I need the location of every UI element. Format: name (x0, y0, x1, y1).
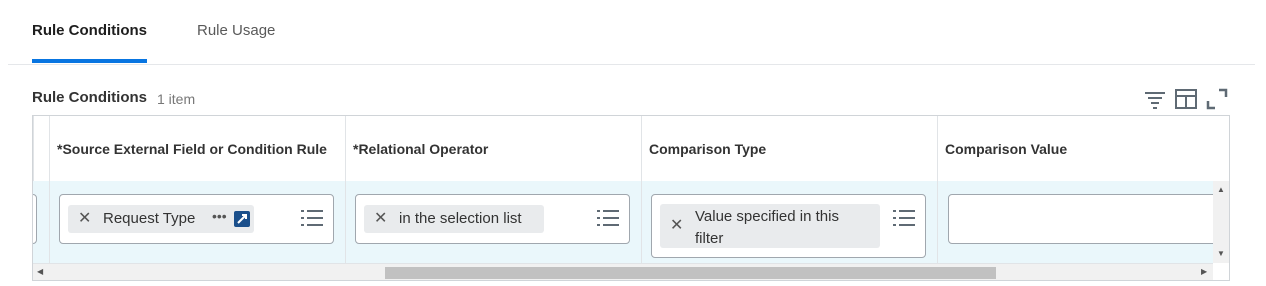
related-actions-icon[interactable] (234, 211, 250, 227)
vertical-scrollbar[interactable]: ▲ ▼ (1213, 181, 1229, 263)
relational-operator-value: in the selection list (399, 210, 522, 227)
cut-input (33, 194, 37, 244)
comparison-type-value: Value specified in this filter (695, 208, 839, 247)
tab-bar: Rule Conditions Rule Usage (8, 0, 1255, 65)
table-row: ✕ Request Type ••• ✕ in the selection li… (33, 181, 1228, 263)
header-relational-operator[interactable]: *Relational Operator (345, 116, 641, 181)
remove-icon[interactable]: ✕ (78, 208, 91, 228)
cell-comparison-type: ✕ Value specified in this filter (641, 181, 937, 263)
remove-icon[interactable]: ✕ (670, 215, 683, 235)
columns-icon[interactable] (1174, 87, 1198, 111)
filter-icon[interactable] (1143, 87, 1167, 111)
more-options-icon[interactable]: ••• (212, 208, 227, 224)
tab-rule-usage[interactable]: Rule Usage (197, 22, 275, 39)
list-icon[interactable] (301, 209, 323, 227)
scroll-up-icon[interactable]: ▲ (1217, 185, 1225, 194)
header-cut-column (33, 116, 49, 181)
scroll-right-icon[interactable]: ▶ (1201, 267, 1207, 276)
grid-item-count: 1 item (157, 91, 196, 107)
header-comparison-type[interactable]: Comparison Type (641, 116, 937, 181)
header-source-field[interactable]: *Source External Field or Condition Rule (49, 116, 345, 181)
horizontal-scroll-thumb[interactable] (385, 267, 996, 279)
scroll-left-icon[interactable]: ◀ (37, 267, 43, 276)
horizontal-scrollbar[interactable]: ◀ ▶ (33, 263, 1213, 280)
list-icon[interactable] (893, 209, 915, 227)
expand-icon[interactable] (1205, 87, 1229, 111)
row-cut-cell (33, 181, 49, 263)
source-field-pill: ✕ Request Type ••• (68, 205, 254, 233)
header-comparison-value[interactable]: Comparison Value (937, 116, 1229, 181)
grid-title: Rule Conditions (32, 89, 147, 106)
source-field-input[interactable]: ✕ Request Type ••• (59, 194, 334, 244)
cell-source-field: ✕ Request Type ••• (49, 181, 345, 263)
scroll-down-icon[interactable]: ▼ (1217, 249, 1225, 258)
relational-operator-input[interactable]: ✕ in the selection list (355, 194, 630, 244)
comparison-type-input[interactable]: ✕ Value specified in this filter (651, 194, 926, 258)
relational-operator-pill: ✕ in the selection list (364, 205, 544, 233)
cell-comparison-value (937, 181, 1228, 263)
list-icon[interactable] (597, 209, 619, 227)
active-tab-indicator (32, 59, 147, 63)
comparison-value-input[interactable] (948, 194, 1228, 244)
cell-relational-operator: ✕ in the selection list (345, 181, 641, 263)
rule-conditions-grid: *Source External Field or Condition Rule… (32, 115, 1230, 281)
comparison-type-pill: ✕ Value specified in this filter (660, 204, 880, 248)
source-field-value: Request Type (103, 210, 196, 227)
remove-icon[interactable]: ✕ (374, 208, 387, 228)
tab-rule-conditions[interactable]: Rule Conditions (32, 22, 147, 39)
grid-header-row: *Source External Field or Condition Rule… (33, 116, 1229, 182)
